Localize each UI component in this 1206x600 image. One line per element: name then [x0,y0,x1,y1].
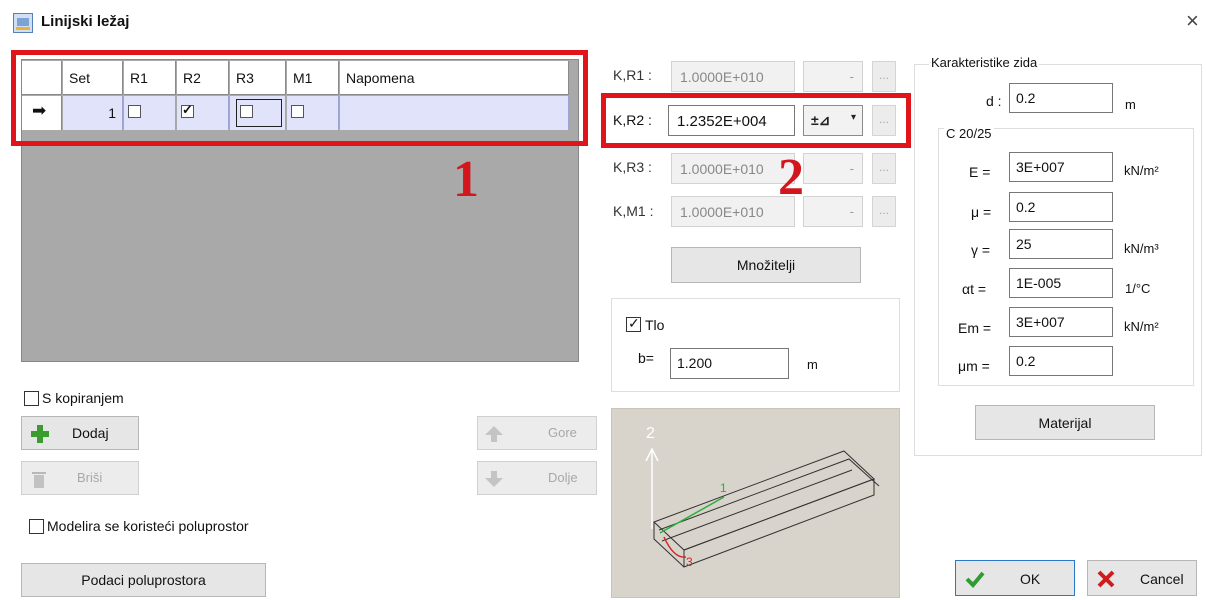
prop-gamma-unit: kN/m³ [1124,241,1159,256]
dropdown-arrow-icon: - [849,161,854,176]
k-m1-value: 1.0000E+010 [680,204,764,220]
soil-checkbox[interactable] [626,315,641,332]
delete-button[interactable]: Briši [21,461,139,495]
k-m1-field[interactable]: 1.0000E+010 [671,196,795,227]
window-title: Linijski ležaj [41,13,130,30]
axis-z-label: 2 [646,425,655,442]
dropdown-arrow-icon: - [849,204,854,219]
multipliers-button[interactable]: Množitelji [671,247,861,283]
halfspace-data-button[interactable]: Podaci poluprostora [21,563,266,597]
delete-button-label: Briši [77,470,103,485]
wall-d-unit: m [1125,97,1136,112]
k-r1-value: 1.0000E+010 [680,69,764,85]
k-m1-label: K,M1 : [613,203,654,219]
material-button-label: Materijal [1038,415,1092,431]
app-icon [13,13,33,33]
annotation-box-1 [11,50,588,146]
copy-checkbox-label[interactable]: S kopiranjem [42,390,124,406]
arrow-up-icon [484,424,504,444]
beam-diagram [645,447,880,568]
halfspace-checkbox[interactable] [29,519,44,534]
annotation-marker-1: 1 [453,151,479,208]
k-m1-more-label: ... [878,203,889,217]
prop-em-unit: kN/m² [1124,319,1159,334]
wall-group-title: Karakteristike zida [929,55,1040,70]
up-button-label: Gore [548,425,577,440]
prop-em-label: Em = [958,320,992,336]
k-r1-field[interactable]: 1.0000E+010 [671,61,795,92]
support-preview: 2 1 3 [611,408,900,598]
down-button[interactable]: Dolje [477,461,597,495]
k-r3-dropdown[interactable]: - [803,153,863,184]
annotation-box-2 [601,93,911,148]
prop-mu-value: 0.2 [1016,199,1036,215]
prop-gamma-value: 25 [1016,236,1032,252]
add-icon [31,425,49,443]
prop-em-input[interactable]: 3E+007 [1009,307,1113,337]
k-m1-dropdown[interactable]: - [803,196,863,227]
annotation-marker-2: 2 [778,149,804,206]
arrow-down-icon [484,469,504,489]
prop-e-unit: kN/m² [1124,163,1159,178]
halfspace-checkbox-label[interactable]: Modelira se koristeći poluprostor [47,518,249,534]
down-button-label: Dolje [548,470,578,485]
copy-checkbox[interactable] [24,391,39,406]
prop-at-value: 1E-005 [1016,275,1062,291]
soil-b-input[interactable]: 1.200 [670,348,789,379]
prop-mu-input[interactable]: 0.2 [1009,192,1113,222]
k-r1-label: K,R1 : [613,67,652,83]
prop-at-unit: 1/°C [1125,281,1151,296]
prop-em-value: 3E+007 [1016,314,1065,330]
prop-e-input[interactable]: 3E+007 [1009,152,1113,182]
prop-mum-value: 0.2 [1016,353,1036,369]
k-m1-more-button[interactable]: ... [872,196,896,227]
title-bar [0,0,1206,46]
k-r3-label: K,R3 : [613,159,652,175]
soil-checkbox-label[interactable]: Tlo [645,317,664,333]
close-icon[interactable]: × [1186,10,1199,32]
k-r3-more-button[interactable]: ... [872,153,896,184]
prop-mum-input[interactable]: 0.2 [1009,346,1113,376]
check-icon [965,570,985,588]
axis-y-label: 1 [720,481,727,495]
prop-e-label: E = [969,164,991,180]
cancel-icon [1097,570,1115,588]
cancel-button[interactable]: Cancel [1087,560,1197,596]
material-button[interactable]: Materijal [975,405,1155,440]
axis-x-label: 3 [686,555,693,569]
dropdown-arrow-icon: - [849,69,854,84]
halfspace-data-button-label: Podaci poluprostora [81,572,206,588]
add-button-label: Dodaj [72,425,109,441]
k-r3-more-label: ... [878,160,889,174]
multipliers-button-label: Množitelji [736,257,796,273]
prop-mu-label: μ = [971,204,992,220]
k-r3-field[interactable]: 1.0000E+010 [671,153,795,184]
prop-gamma-input[interactable]: 25 [1009,229,1113,259]
cancel-button-label: Cancel [1140,571,1184,587]
wall-d-label: d : [986,93,1002,109]
soil-b-unit: m [807,357,818,372]
k-r1-more-label: ... [878,68,889,82]
material-group-title: C 20/25 [944,126,994,141]
up-button[interactable]: Gore [477,416,597,450]
wall-d-value: 0.2 [1016,90,1036,106]
prop-e-value: 3E+007 [1016,159,1065,175]
ok-button-label: OK [1020,571,1041,587]
soil-b-label: b= [638,350,654,366]
prop-at-label: αt = [962,281,987,297]
add-button[interactable]: Dodaj [21,416,139,450]
prop-mum-label: μm = [958,358,990,374]
k-r1-more-button[interactable]: ... [872,61,896,92]
soil-b-value: 1.200 [677,355,713,371]
trash-icon [31,469,47,489]
prop-gamma-label: γ = [971,242,991,258]
wall-d-input[interactable]: 0.2 [1009,83,1113,113]
k-r3-value: 1.0000E+010 [680,161,764,177]
k-r1-dropdown[interactable]: - [803,61,863,92]
prop-at-input[interactable]: 1E-005 [1009,268,1113,298]
ok-button[interactable]: OK [955,560,1075,596]
